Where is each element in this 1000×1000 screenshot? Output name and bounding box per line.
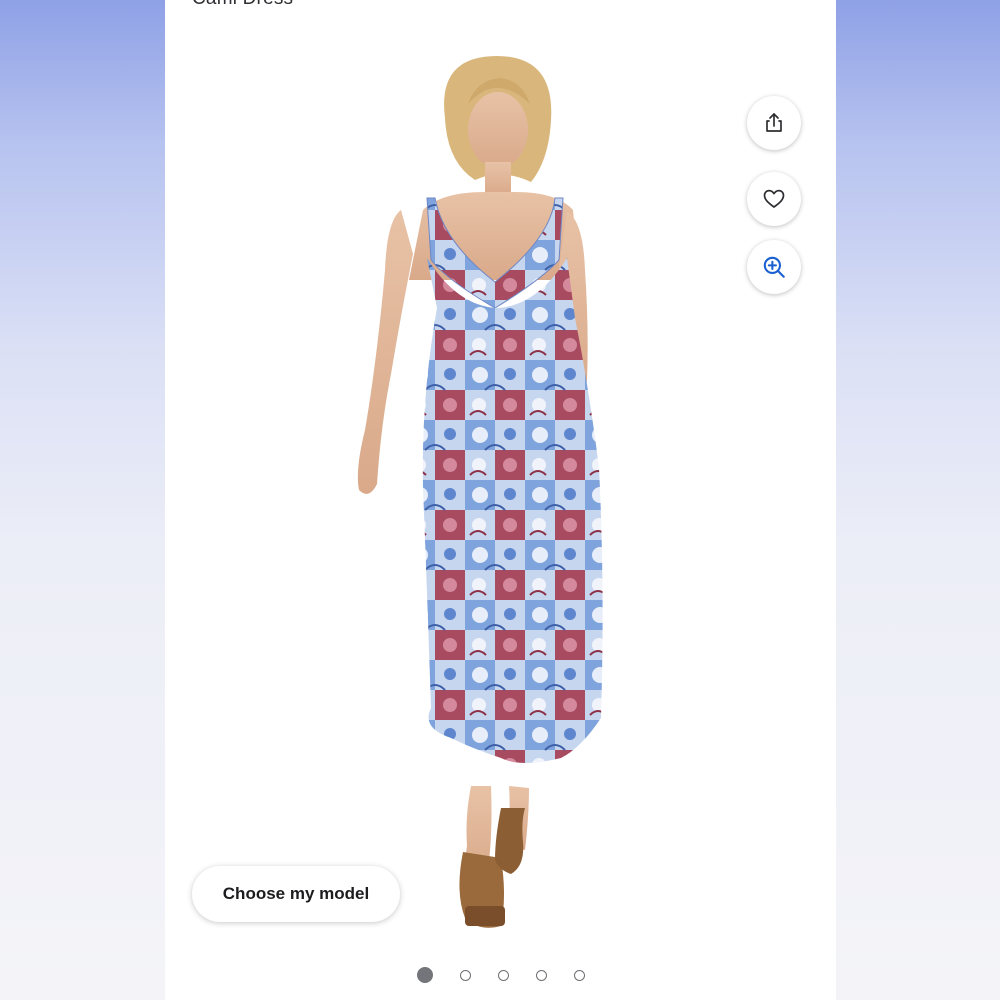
product-image[interactable] [165,0,836,960]
heart-icon [763,189,785,208]
background-blur-right [836,0,1000,1000]
carousel-indicator [165,967,836,987]
carousel-dot-1[interactable] [416,967,433,983]
share-icon [766,113,782,132]
carousel-dot-2[interactable] [459,970,471,981]
zoom-in-icon [763,256,785,278]
product-title: Cami Dress [192,0,293,10]
zoom-button[interactable] [747,240,801,294]
product-card: Cami Dress Choose my model [165,0,836,1000]
carousel-dot-3[interactable] [497,970,509,981]
background-blur-left [0,0,165,1000]
carousel-dot-4[interactable] [535,970,547,981]
choose-model-button[interactable]: Choose my model [192,866,400,922]
screen: Cami Dress Choose my model [0,0,1000,1000]
carousel-dot-5[interactable] [573,970,585,981]
favorite-button[interactable] [747,172,801,226]
share-button[interactable] [747,96,801,150]
